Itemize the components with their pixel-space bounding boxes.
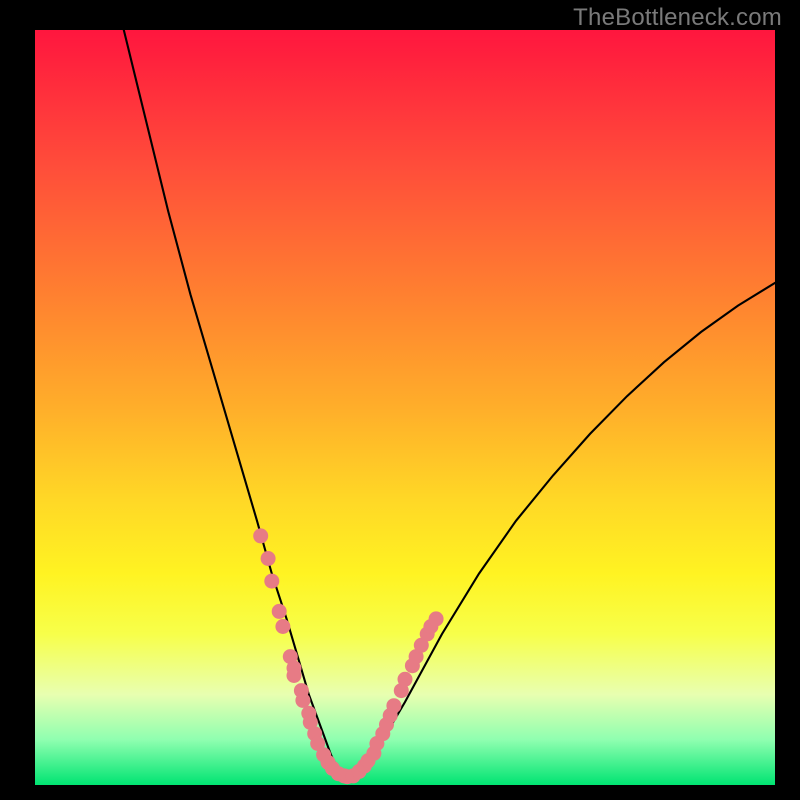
marker-dot	[264, 574, 279, 589]
marker-dot	[272, 604, 287, 619]
chart-frame: TheBottleneck.com	[0, 0, 800, 800]
bottleneck-curve	[124, 30, 775, 778]
marker-dot	[295, 693, 310, 708]
curve-layer	[35, 30, 775, 785]
marker-dot	[398, 672, 413, 687]
marker-dot	[261, 551, 276, 566]
marker-group	[253, 528, 443, 784]
watermark-text: TheBottleneck.com	[573, 4, 782, 32]
marker-dot	[253, 528, 268, 543]
marker-dot	[275, 619, 290, 634]
marker-dot	[429, 611, 444, 626]
marker-dot	[386, 698, 401, 713]
plot-area	[35, 30, 775, 785]
marker-dot	[287, 668, 302, 683]
